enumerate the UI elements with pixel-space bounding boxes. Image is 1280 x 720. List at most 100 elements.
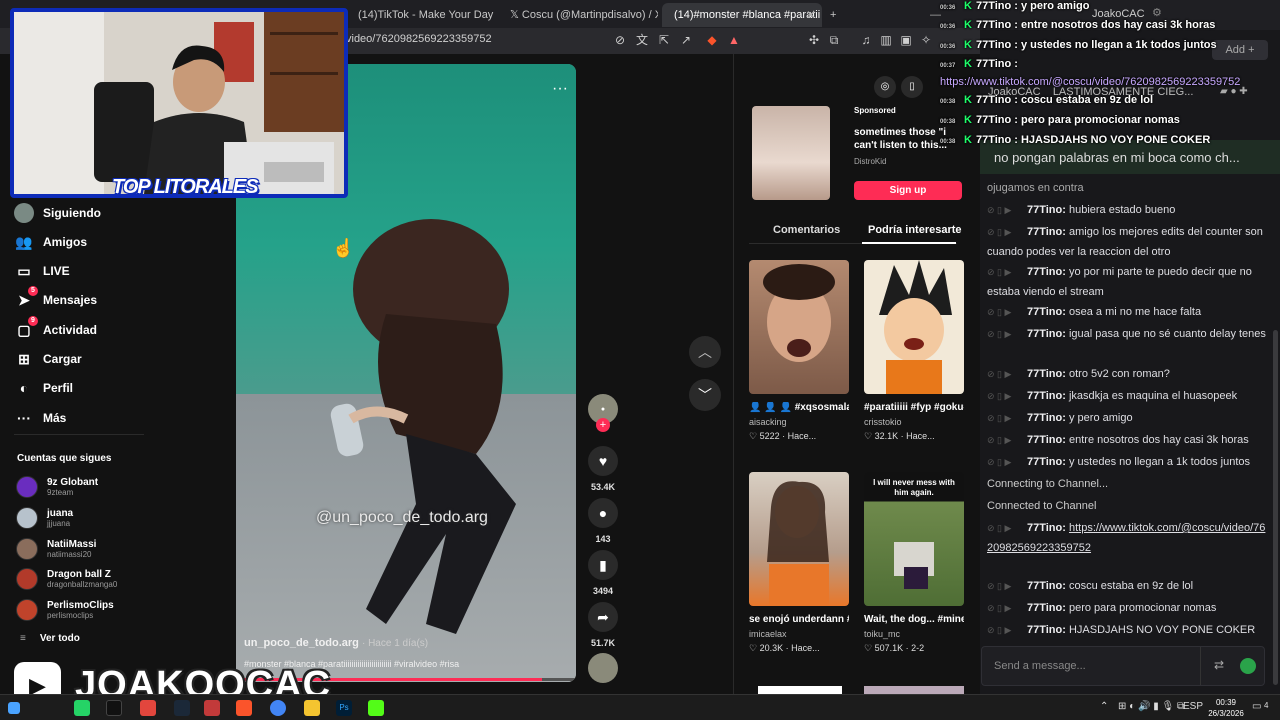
chrome-icon[interactable] xyxy=(270,700,286,716)
mod-action-icons[interactable]: ⊘ ▯ ▶ xyxy=(987,200,1027,220)
nav-upload[interactable]: ⊞ Cargar xyxy=(14,347,82,371)
mod-action-icons[interactable]: ⊘ ▯ ▶ xyxy=(987,452,1027,472)
signup-button[interactable]: Sign up xyxy=(854,181,962,200)
language-indicator[interactable]: ESP xyxy=(1183,701,1203,712)
nav-live[interactable]: ▭ LIVE xyxy=(14,259,69,283)
screenshot-icon[interactable]: ⧉ xyxy=(826,32,842,48)
browser-tab-active[interactable]: (14)#monster #blanca #paratii ✕ xyxy=(662,3,822,27)
folder-icon[interactable] xyxy=(304,700,320,716)
share-button[interactable]: ➦ 51.7K xyxy=(587,602,619,648)
nav-friends[interactable]: 👥 Amigos xyxy=(14,230,87,254)
chat-username[interactable]: 77Tino: xyxy=(1027,412,1066,424)
recommended-video-card[interactable]: I will never mess with him again. Wait, … xyxy=(864,472,964,654)
video-options-icon[interactable]: ··· xyxy=(552,80,568,98)
notification-icon[interactable]: ▭ xyxy=(1252,701,1261,712)
following-account[interactable]: PerlismoClips perlismoclips xyxy=(16,596,114,624)
comment-button[interactable]: ● 143 xyxy=(587,498,619,544)
like-button[interactable]: ♥ 53.4K xyxy=(587,446,619,492)
tab-recommended[interactable]: Podría interesarte xyxy=(868,224,962,236)
chat-username[interactable]: 77Tino: xyxy=(1027,226,1066,238)
app-icon[interactable] xyxy=(140,700,156,716)
rewards-icon[interactable]: ▲ xyxy=(726,32,742,48)
mod-action-icons[interactable]: ⊘ ▯ ▶ xyxy=(987,262,1027,282)
follow-plus-icon[interactable]: + xyxy=(596,418,610,432)
tiktok-icon[interactable] xyxy=(106,700,122,716)
chat-username[interactable]: 77Tino: xyxy=(1027,204,1066,216)
sidebar-icon[interactable]: ▥ xyxy=(878,32,894,48)
mod-action-icons[interactable]: ⊘ ▯ ▶ xyxy=(987,598,1027,618)
following-account[interactable]: NatiiMassi natiimassi20 xyxy=(16,535,96,563)
chat-username[interactable]: 77Tino: xyxy=(1027,456,1066,468)
recommended-video-card[interactable]: 👤 👤 👤 #xqsosmala... aisacking ♡ 5222 · H… xyxy=(749,260,849,442)
tray-chevron-icon[interactable]: ⌃ xyxy=(1100,701,1108,712)
brave-shield-icon[interactable]: ◆ xyxy=(704,32,720,48)
emote-icon[interactable] xyxy=(1240,658,1256,674)
nav-more[interactable]: ··· Más xyxy=(14,406,66,430)
ad-image[interactable] xyxy=(752,106,830,200)
video-author[interactable]: un_poco_de_todo.arg · Hace 1 día(s) xyxy=(244,637,428,649)
chat-username[interactable]: 77Tino: xyxy=(1027,522,1066,534)
nav-following[interactable]: Siguiendo xyxy=(14,201,101,225)
nav-messages[interactable]: ➤ 5 Mensajes xyxy=(14,286,97,312)
recommended-video-card[interactable]: se enojó underdann #fyp... imicaelax ♡ 2… xyxy=(749,472,849,654)
mod-action-icons[interactable]: ⊘ ▯ ▶ xyxy=(987,430,1027,450)
ai-icon[interactable]: ✧ xyxy=(918,32,934,48)
start-icon[interactable] xyxy=(8,702,20,714)
following-account[interactable]: 9z Globant 9zteam xyxy=(16,473,98,501)
brave-icon[interactable] xyxy=(236,700,252,716)
browser-tab-x[interactable]: 𝕏 Coscu (@Martinpdisalvo) / X xyxy=(498,3,658,27)
steam-icon[interactable] xyxy=(174,700,190,716)
extensions-icon[interactable]: ✣ xyxy=(806,32,822,48)
mod-action-icons[interactable]: ⊘ ▯ ▶ xyxy=(987,222,1027,242)
translate-icon[interactable]: ⇄ xyxy=(1214,658,1224,672)
wallet-icon[interactable]: ▣ xyxy=(898,32,914,48)
chat-username[interactable]: 77Tino: xyxy=(1027,434,1066,446)
save-button[interactable]: ▮ 3494 xyxy=(587,550,619,596)
following-account[interactable]: juana jjjuana xyxy=(16,504,73,532)
obs-icon[interactable] xyxy=(204,700,220,716)
see-all-link[interactable]: ≡ Ver todo xyxy=(20,633,80,644)
next-video-button[interactable]: ﹀ xyxy=(689,379,721,411)
nav-profile[interactable]: ◐ Perfil xyxy=(14,376,73,400)
url-field[interactable]: video/7620982569223359752 xyxy=(346,33,492,45)
share-icon[interactable]: ↗ xyxy=(678,32,694,48)
whatsapp-icon[interactable] xyxy=(74,700,90,716)
mod-action-icons[interactable]: ⊘ ▯ ▶ xyxy=(987,364,1027,384)
previous-video-button[interactable]: ︿ xyxy=(689,336,721,368)
chat-username[interactable]: 77Tino: xyxy=(1027,368,1066,380)
eye-off-icon[interactable]: ⊘ xyxy=(612,32,628,48)
mod-action-icons[interactable]: ⊘ ▯ ▶ xyxy=(987,620,1027,640)
chat-username[interactable]: 77Tino: xyxy=(1027,266,1066,278)
chat-username[interactable]: 77Tino: xyxy=(1027,624,1066,636)
following-account[interactable]: Dragon ball Zdragonballzmanga0 xyxy=(16,565,117,593)
phone-icon[interactable]: ▯ xyxy=(901,76,923,98)
translate-icon[interactable]: 文 xyxy=(634,32,650,48)
chat-scrollbar[interactable] xyxy=(1273,330,1278,685)
sound-disc[interactable] xyxy=(587,653,619,683)
chat-username[interactable]: 77Tino: xyxy=(1027,580,1066,592)
photoshop-icon[interactable]: Ps xyxy=(336,700,352,716)
mod-action-icons[interactable]: ⊘ ▯ ▶ xyxy=(987,576,1027,596)
kick-icon[interactable] xyxy=(368,700,384,716)
browser-tab-tiktok-home[interactable]: (14)TikTok - Make Your Day xyxy=(346,3,496,27)
clock[interactable]: 00:39 26/3/2026 xyxy=(1206,697,1246,719)
creator-avatar[interactable]: ● + xyxy=(587,394,619,432)
mod-action-icons[interactable]: ⊘ ▯ ▶ xyxy=(987,518,1027,538)
music-icon[interactable]: ♫ xyxy=(858,32,874,48)
mod-action-icons[interactable]: ⊘ ▯ ▶ xyxy=(987,386,1027,406)
tab-comments[interactable]: Comentarios xyxy=(773,224,840,236)
open-external-icon[interactable]: ⇱ xyxy=(656,32,672,48)
mod-action-icons[interactable]: ⊘ ▯ ▶ xyxy=(987,408,1027,428)
chat-input[interactable]: Send a message... ⇄ xyxy=(981,646,1265,686)
compass-icon[interactable]: ◎ xyxy=(874,76,896,98)
mod-action-icons[interactable]: ⊘ ▯ ▶ xyxy=(987,324,1027,344)
chat-username[interactable]: 77Tino: xyxy=(1027,306,1066,318)
close-tab-icon[interactable]: ✕ xyxy=(806,3,816,27)
mod-action-icons[interactable]: ⊘ ▯ ▶ xyxy=(987,302,1027,322)
chat-username[interactable]: 77Tino: xyxy=(1027,602,1066,614)
new-tab-button[interactable]: + xyxy=(826,3,846,27)
chat-username[interactable]: 77Tino: xyxy=(1027,390,1066,402)
tray-icons[interactable]: ⊞ ◐ 🔊 ▮ 🎙 ⧉ xyxy=(1118,701,1184,712)
chat-username[interactable]: 77Tino: xyxy=(1027,328,1066,340)
recommended-video-card[interactable]: #paratiiiii #fyp #goku#animeedi... criss… xyxy=(864,260,964,442)
